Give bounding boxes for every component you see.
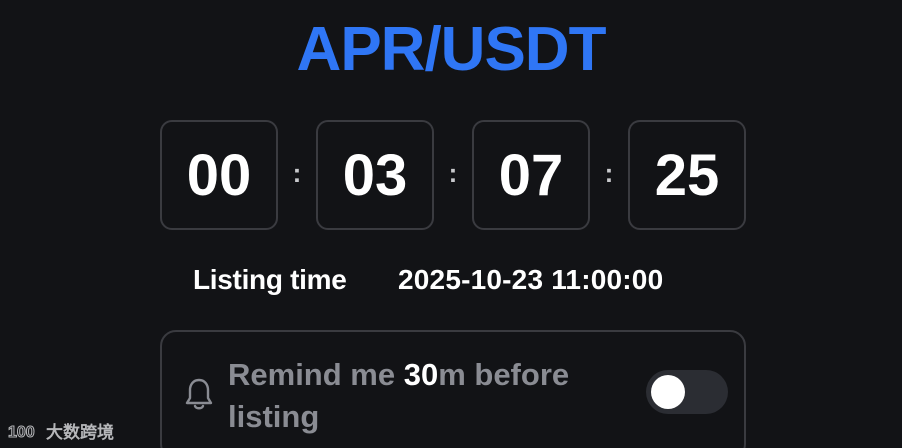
listing-time-row: Listing time 2025-10-23 11:00:00: [0, 262, 902, 302]
pair-title: APR/USDT: [296, 15, 607, 84]
reminder-text: Remind me 30m before listing: [228, 354, 628, 438]
watermark-logo-text: 100: [8, 424, 35, 441]
countdown-days: 00: [160, 120, 278, 230]
reminder-minutes: 30: [403, 357, 439, 392]
reminder-toggle[interactable]: [646, 370, 728, 414]
watermark: 100 大数跨境: [8, 418, 114, 443]
countdown-separator: :: [604, 158, 614, 188]
countdown-seconds: 25: [628, 120, 746, 230]
reminder-card: Remind me 30m before listing: [160, 330, 746, 448]
countdown-separator: :: [448, 158, 458, 188]
watermark-logo-icon: 100: [8, 423, 35, 441]
bell-icon: [184, 376, 214, 412]
listing-time-value: 2025-10-23 11:00:00: [398, 264, 664, 295]
countdown-hours: 03: [316, 120, 434, 230]
reminder-text-prefix: Remind me: [228, 357, 404, 392]
countdown-separator: :: [292, 158, 302, 188]
watermark-text: 大数跨境: [46, 423, 114, 442]
toggle-knob: [651, 375, 685, 409]
countdown-minutes: 07: [472, 120, 590, 230]
countdown-timer: 00 : 03 : 07 : 25: [160, 120, 746, 230]
listing-time-label: Listing time: [193, 264, 347, 295]
